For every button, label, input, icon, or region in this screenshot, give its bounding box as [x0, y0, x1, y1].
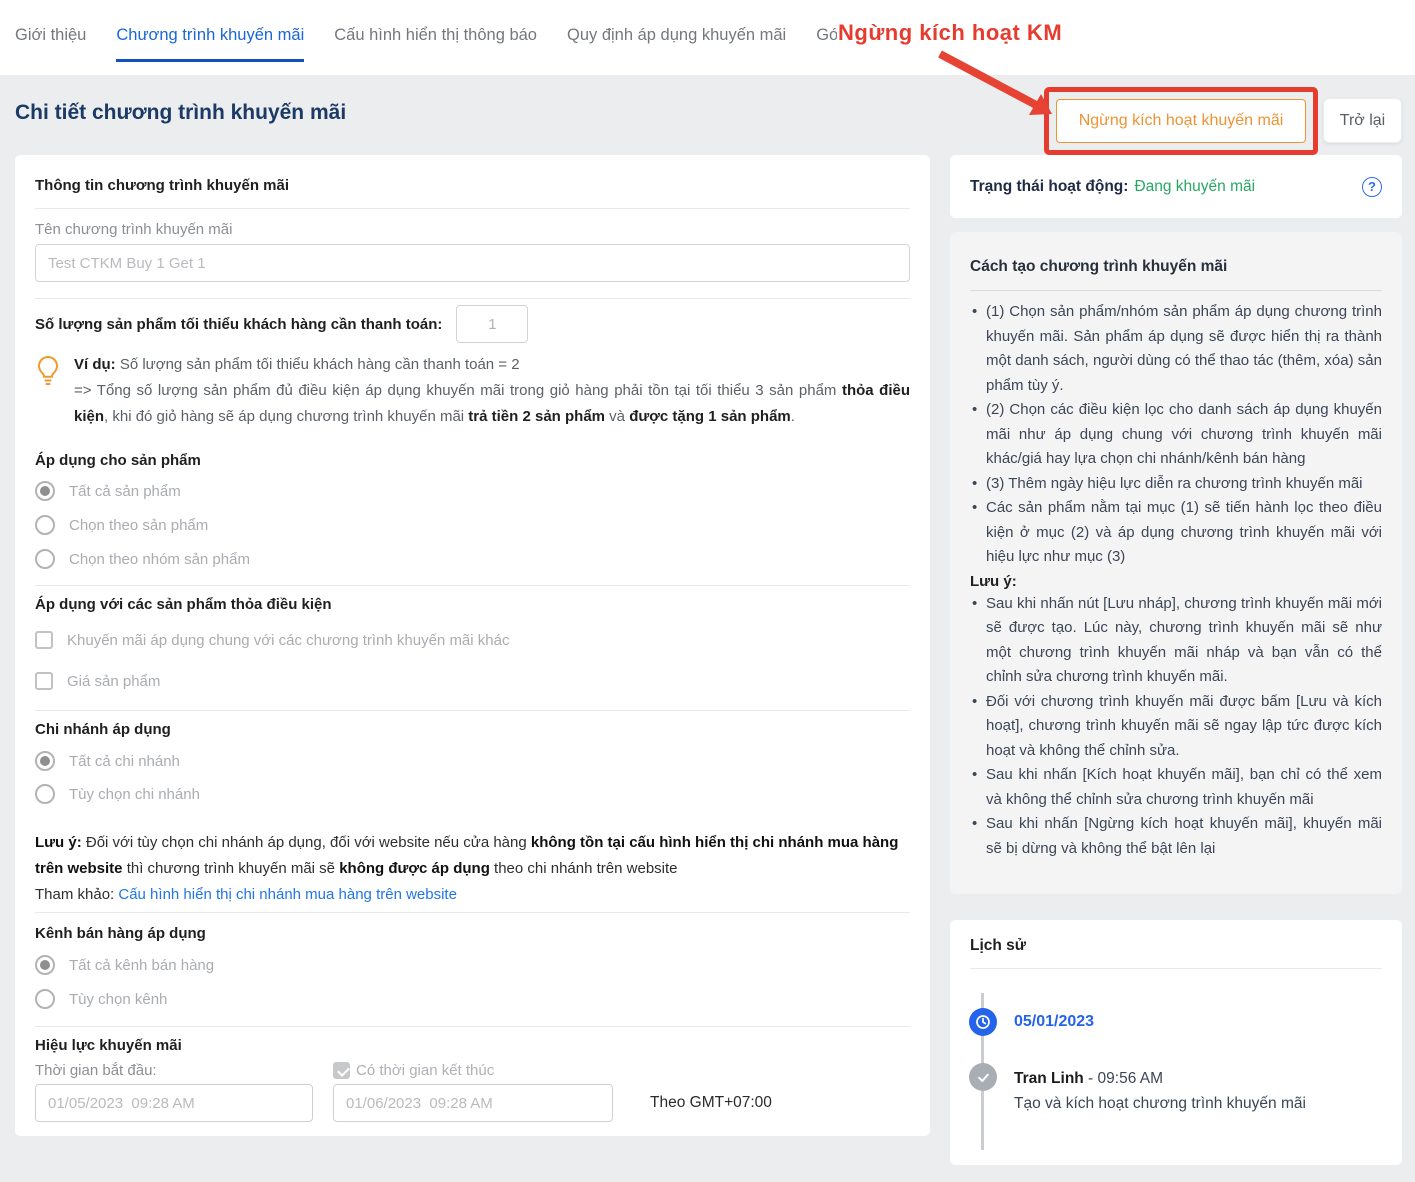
radio-icon	[35, 751, 55, 771]
guide-bullet: (2) Chọn các điều kiện lọc cho danh sách…	[970, 398, 1382, 472]
start-datetime-input[interactable]	[35, 1084, 313, 1122]
section-title: Thông tin chương trình khuyến mãi	[35, 177, 290, 194]
tab-chuong-trinh-khuyen-mai[interactable]: Chương trình khuyến mãi	[116, 26, 305, 62]
history-date: 05/01/2023	[1014, 1013, 1095, 1030]
help-icon[interactable]: ?	[1362, 176, 1382, 197]
guide-note-title: Lưu ý:	[970, 572, 1017, 590]
radio-icon	[35, 784, 55, 804]
checkbox-icon	[35, 631, 53, 649]
radio-select-by-product-group[interactable]: Chọn theo nhóm sản phẩm	[35, 549, 910, 569]
radio-icon	[35, 955, 55, 975]
example-text: Ví dụ: Số lượng sản phẩm tối thiểu khách…	[74, 356, 910, 425]
lightbulb-icon	[37, 355, 59, 385]
history-card: Lịch sử 05/01/2023 Tran Linh - 09:56 AM …	[950, 920, 1402, 1165]
radio-icon	[35, 515, 55, 535]
min-qty-label: Số lượng sản phẩm tối thiểu khách hàng c…	[35, 315, 443, 333]
guide-bullet: (1) Chọn sản phẩm/nhóm sản phẩm áp dụng …	[970, 300, 1382, 398]
checkbox-combine-promotions[interactable]: Khuyến mãi áp dụng chung với các chương …	[35, 631, 910, 649]
branch-title: Chi nhánh áp dụng	[35, 721, 171, 738]
radio-custom-branches[interactable]: Tùy chọn chi nhánh	[35, 784, 910, 804]
deactivate-promotion-button[interactable]: Ngừng kích hoạt khuyến mãi	[1056, 99, 1306, 143]
checkbox-icon	[333, 1062, 350, 1079]
guide-note-bullet: Sau khi nhấn [Ngừng kích hoạt khuyến mãi…	[970, 812, 1382, 861]
guide-bullet: Các sản phẩm nằm tại mục (1) sẽ tiến hàn…	[970, 496, 1382, 570]
radio-icon	[35, 989, 55, 1009]
page-title: Chi tiết chương trình khuyến mãi	[15, 101, 347, 124]
validity-title: Hiệu lực khuyến mãi	[35, 1037, 182, 1054]
branch-note: Lưu ý: Đối với tùy chọn chi nhánh áp dụn…	[35, 834, 899, 903]
promotion-detail-card: Thông tin chương trình khuyến mãi Tên ch…	[15, 155, 930, 1136]
start-time-label: Thời gian bắt đầu:	[35, 1062, 157, 1079]
radio-icon	[35, 481, 55, 501]
conditions-title: Áp dụng với các sản phẩm thỏa điều kiện	[35, 596, 332, 613]
guide-note-bullet: Sau khi nhấn nút [Lưu nháp], chương trìn…	[970, 592, 1382, 690]
check-icon	[969, 1063, 997, 1091]
timezone-label: Theo GMT+07:00	[650, 1094, 772, 1111]
guide-note-bullet: Đối với chương trình khuyến mãi được bấm…	[970, 690, 1382, 764]
radio-all-channels[interactable]: Tất cả kênh bán hàng	[35, 955, 910, 975]
tab-cau-hinh-hien-thi[interactable]: Cấu hình hiển thị thông báo	[334, 26, 537, 62]
annotation-arrow-icon	[938, 50, 1052, 115]
status-card: Trạng thái hoạt động: Đang khuyến mãi ?	[950, 155, 1402, 218]
tab-quy-dinh-ap-dung[interactable]: Quy định áp dụng khuyến mãi	[567, 26, 786, 62]
status-label: Trạng thái hoạt động:	[970, 177, 1129, 195]
radio-icon	[35, 549, 55, 569]
radio-custom-channels[interactable]: Tùy chọn kênh	[35, 989, 910, 1009]
radio-select-by-product[interactable]: Chọn theo sản phẩm	[35, 515, 910, 535]
guide-bullet-list: (1) Chọn sản phẩm/nhóm sản phẩm áp dụng …	[970, 300, 1382, 570]
tab-truncated[interactable]: Gó	[816, 26, 838, 62]
checkbox-product-price[interactable]: Giá sản phẩm	[35, 672, 910, 690]
annotation-label: Ngừng kích hoạt KM	[835, 18, 1064, 48]
history-user: Tran Linh - 09:56 AM	[1014, 1070, 1164, 1087]
status-value: Đang khuyến mãi	[1134, 177, 1256, 195]
history-title: Lịch sử	[970, 937, 1027, 954]
guide-note-list: Sau khi nhấn nút [Lưu nháp], chương trìn…	[970, 592, 1382, 862]
radio-all-branches[interactable]: Tất cả chi nhánh	[35, 751, 910, 771]
tab-gioi-thieu[interactable]: Giới thiệu	[15, 26, 86, 62]
checkbox-icon	[35, 672, 53, 690]
branch-config-link[interactable]: Cấu hình hiển thị chi nhánh mua hàng trê…	[118, 886, 457, 903]
guide-card: Cách tạo chương trình khuyến mãi (1) Chọ…	[950, 232, 1402, 894]
product-scope-title: Áp dụng cho sản phẩm	[35, 452, 201, 469]
promotion-name-label: Tên chương trình khuyến mãi	[35, 221, 233, 238]
promotion-name-input[interactable]	[35, 244, 910, 282]
channel-title: Kênh bán hàng áp dụng	[35, 925, 206, 942]
clock-icon	[969, 1008, 997, 1036]
radio-all-products[interactable]: Tất cả sản phẩm	[35, 481, 910, 501]
min-qty-input[interactable]	[456, 305, 529, 343]
guide-note-bullet: Sau khi nhấn [Kích hoạt khuyến mãi], bạn…	[970, 763, 1382, 812]
tab-list: Giới thiệu Chương trình khuyến mãi Cấu h…	[0, 0, 1415, 62]
guide-title: Cách tạo chương trình khuyến mãi	[970, 258, 1228, 275]
end-datetime-input[interactable]	[333, 1084, 613, 1122]
back-button[interactable]: Trở lại	[1323, 98, 1402, 143]
tab-bar: Giới thiệu Chương trình khuyến mãi Cấu h…	[0, 0, 1415, 75]
history-action: Tạo và kích hoạt chương trình khuyến mãi	[1014, 1095, 1306, 1112]
guide-bullet: (3) Thêm ngày hiệu lực diễn ra chương tr…	[970, 472, 1382, 497]
end-time-checkbox[interactable]: Có thời gian kết thúc	[333, 1062, 494, 1079]
